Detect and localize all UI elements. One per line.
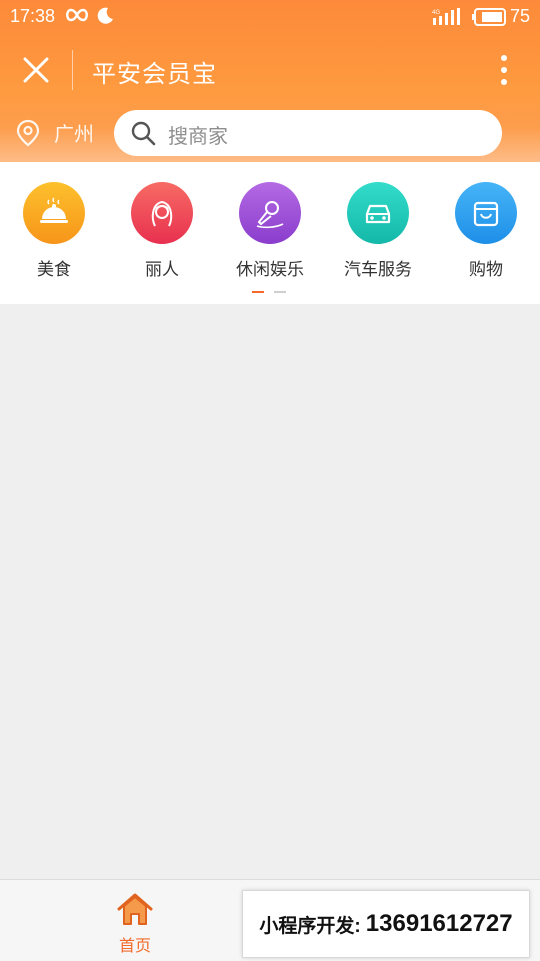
beauty-woman-icon bbox=[131, 182, 193, 244]
battery-percent: 75 bbox=[510, 6, 531, 26]
category-shopping[interactable]: 购物 bbox=[432, 182, 540, 280]
status-bar: 17:38 4G 75 bbox=[0, 0, 540, 34]
search-input[interactable]: 搜商家 bbox=[114, 110, 502, 156]
promo-banner: 小程序开发: 13691612727 bbox=[242, 890, 530, 958]
loop-icon bbox=[64, 7, 90, 27]
category-beauty[interactable]: 丽人 bbox=[108, 182, 216, 280]
promo-phone: 13691612727 bbox=[365, 910, 513, 937]
signal-icon: 4G bbox=[432, 8, 464, 30]
moon-icon bbox=[96, 7, 114, 29]
battery-icon bbox=[472, 8, 508, 30]
pager-dot-active bbox=[252, 291, 264, 293]
page-title: 平安会员宝 bbox=[92, 60, 217, 88]
category-label: 美食 bbox=[37, 260, 71, 280]
category-label: 丽人 bbox=[145, 260, 179, 280]
car-icon bbox=[347, 182, 409, 244]
category-auto-service[interactable]: 汽车服务 bbox=[324, 182, 432, 280]
more-dot-icon bbox=[501, 79, 507, 85]
food-cloche-icon bbox=[23, 182, 85, 244]
more-dot-icon bbox=[501, 67, 507, 73]
close-icon bbox=[23, 57, 49, 83]
location-selector[interactable]: 广州 bbox=[16, 118, 94, 147]
status-time: 17:38 bbox=[10, 6, 56, 26]
location-pin-icon bbox=[16, 119, 40, 146]
shopping-bag-icon bbox=[455, 182, 517, 244]
tab-home[interactable]: 首页 bbox=[100, 892, 170, 956]
category-panel: 美食 丽人 休闲娱乐 汽车服务 购物 bbox=[0, 162, 540, 304]
karaoke-mic-icon bbox=[239, 182, 301, 244]
tab-home-label: 首页 bbox=[118, 936, 151, 955]
more-dot-icon bbox=[501, 55, 507, 61]
promo-prefix: 小程序开发: bbox=[259, 915, 361, 937]
close-button[interactable] bbox=[18, 52, 54, 88]
category-label: 汽车服务 bbox=[344, 260, 412, 280]
category-label: 购物 bbox=[469, 260, 503, 280]
category-leisure[interactable]: 休闲娱乐 bbox=[216, 182, 324, 280]
category-food[interactable]: 美食 bbox=[0, 182, 108, 280]
title-divider bbox=[72, 50, 73, 90]
location-city: 广州 bbox=[54, 122, 94, 146]
pager-dot bbox=[274, 291, 286, 293]
network-type-label: 4G bbox=[432, 10, 440, 16]
category-pager-indicator bbox=[252, 291, 286, 293]
search-icon bbox=[130, 120, 156, 150]
home-icon bbox=[117, 893, 153, 925]
category-label: 休闲娱乐 bbox=[236, 260, 304, 280]
search-placeholder: 搜商家 bbox=[168, 124, 228, 148]
more-options-button[interactable] bbox=[494, 52, 514, 88]
